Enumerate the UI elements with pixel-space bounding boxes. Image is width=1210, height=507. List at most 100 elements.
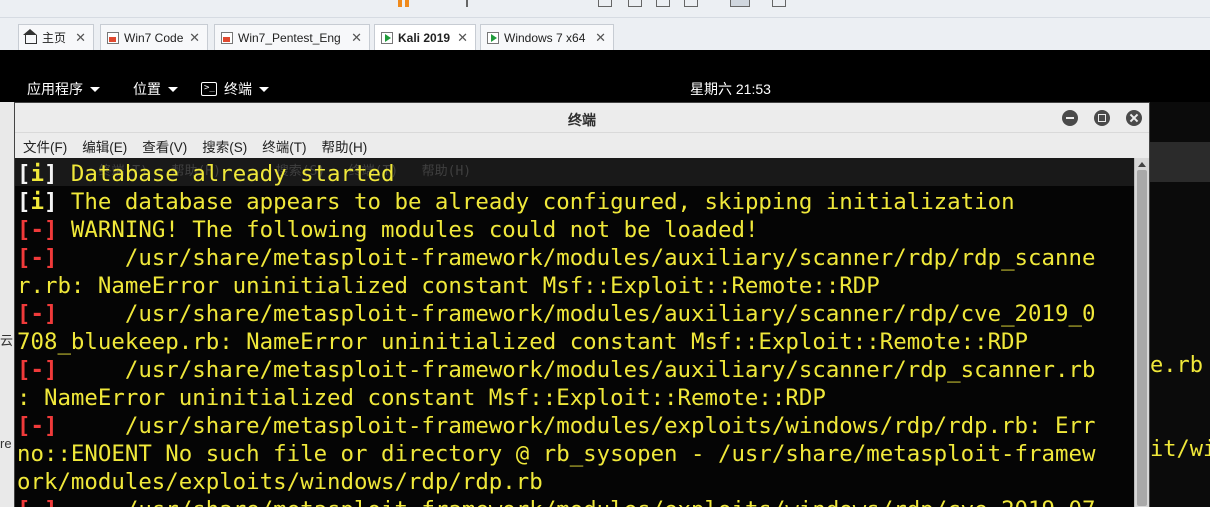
error-tag: [-] bbox=[17, 245, 58, 271]
tab-home[interactable]: 主页 ✕ bbox=[18, 24, 94, 50]
output-line: [-] /usr/share/metasploit-framework/modu… bbox=[17, 244, 1095, 272]
terminal-output[interactable]: 终端(T) 帮助(H) 搜索(S) 终端(T) 帮助(H) [i] Databa… bbox=[15, 158, 1136, 507]
places-menu-label: 位置 bbox=[133, 81, 161, 97]
close-icon[interactable]: ✕ bbox=[351, 30, 362, 46]
clock[interactable]: 星期六 21:53 bbox=[690, 79, 771, 99]
close-icon[interactable] bbox=[1126, 110, 1142, 126]
output-text: /usr/share/metasploit-framework/modules/… bbox=[57, 497, 1096, 507]
places-menu[interactable]: 位置 bbox=[133, 79, 178, 99]
home-icon bbox=[23, 28, 37, 44]
tab-windows-7-x64[interactable]: Windows 7 x64 ✕ bbox=[480, 24, 614, 50]
background-text: 云 bbox=[0, 333, 14, 348]
terminal-app-menu[interactable]: >_ 终端 bbox=[201, 79, 269, 99]
output-lines: [i] Database already started [i] The data… bbox=[17, 160, 1095, 507]
output-text: no::ENOENT No such file or directory @ r… bbox=[17, 441, 1096, 467]
output-text: /usr/share/metasploit-framework/modules/… bbox=[57, 357, 1096, 383]
maximize-icon[interactable] bbox=[1094, 110, 1110, 126]
pause-icon[interactable] bbox=[398, 0, 402, 7]
output-text: Database already started bbox=[57, 161, 395, 187]
tab-kali-2019[interactable]: Kali 2019 ✕ bbox=[374, 24, 476, 50]
chevron-down-icon bbox=[168, 86, 178, 92]
menu-edit[interactable]: 编辑(E) bbox=[82, 136, 127, 156]
background-window-edge: 云 re bbox=[0, 102, 14, 507]
output-text: /usr/share/metasploit-framework/modules/… bbox=[57, 245, 1096, 271]
applications-menu-label: 应用程序 bbox=[27, 81, 83, 97]
menu-view[interactable]: 查看(V) bbox=[142, 136, 187, 156]
terminal-titlebar[interactable]: 终端 bbox=[15, 103, 1149, 133]
vmware-toolbar bbox=[0, 0, 1210, 18]
output-line: [-] /usr/share/metasploit-framework/modu… bbox=[17, 496, 1095, 507]
menu-terminal[interactable]: 终端(T) bbox=[262, 136, 306, 156]
background-text: e.rb bbox=[1150, 353, 1203, 378]
tab-label: Win7_Pentest_Eng bbox=[238, 30, 341, 45]
output-line: [-] /usr/share/metasploit-framework/modu… bbox=[17, 412, 1095, 440]
background-text: it/wi bbox=[1150, 437, 1210, 462]
output-line: no::ENOENT No such file or directory @ r… bbox=[17, 440, 1095, 468]
tab-label: Win7 Code bbox=[124, 30, 184, 45]
output-text: 708_bluekeep.rb: NameError uninitialized… bbox=[17, 329, 1029, 355]
error-tag: [-] bbox=[17, 497, 57, 507]
window-title: 终端 bbox=[568, 112, 596, 128]
scrollbar-thumb[interactable] bbox=[1137, 170, 1147, 506]
snapshot-manager-icon[interactable] bbox=[628, 0, 642, 7]
vm-icon bbox=[221, 31, 233, 44]
tab-label: Kali 2019 bbox=[398, 30, 451, 45]
output-line: [-] /usr/share/metasploit-framework/modu… bbox=[17, 356, 1095, 384]
console-view-icon[interactable] bbox=[730, 0, 750, 7]
tab-win7-code[interactable]: Win7 Code ✕ bbox=[100, 24, 208, 50]
output-text: : NameError uninitialized constant Msf::… bbox=[17, 385, 826, 411]
close-icon[interactable]: ✕ bbox=[189, 30, 200, 46]
fullscreen-icon[interactable] bbox=[656, 0, 670, 7]
info-tag: [i] bbox=[17, 189, 58, 215]
menu-file[interactable]: 文件(F) bbox=[23, 136, 67, 156]
output-line: : NameError uninitialized constant Msf::… bbox=[17, 384, 1095, 412]
menu-help[interactable]: 帮助(H) bbox=[322, 136, 368, 156]
terminal-window: 终端 文件(F) 编辑(E) 查看(V) 搜索(S) 终端(T) 帮助(H) 终… bbox=[14, 102, 1150, 507]
error-tag: [-] bbox=[17, 217, 58, 243]
send-keys-icon[interactable] bbox=[466, 0, 468, 7]
terminal-menubar: 文件(F) 编辑(E) 查看(V) 搜索(S) 终端(T) 帮助(H) bbox=[15, 133, 1149, 158]
stretch-icon[interactable] bbox=[772, 0, 786, 7]
output-text: /usr/share/metasploit-framework/modules/… bbox=[57, 301, 1096, 327]
output-line: [-] WARNING! The following modules could… bbox=[17, 216, 1095, 244]
background-text: re bbox=[0, 436, 12, 451]
scroll-up-icon[interactable] bbox=[1138, 162, 1146, 167]
terminal-scrollbar[interactable] bbox=[1134, 158, 1149, 507]
output-text: WARNING! The following modules could not… bbox=[57, 217, 759, 243]
close-icon[interactable]: ✕ bbox=[75, 30, 86, 46]
output-text: /usr/share/metasploit-framework/modules/… bbox=[57, 413, 1096, 439]
vm-tab-bar: 主页 ✕ Win7 Code ✕ Win7_Pentest_Eng ✕ Kali… bbox=[0, 18, 1210, 50]
output-text: r.rb: NameError uninitialized constant M… bbox=[17, 273, 880, 299]
error-tag: [-] bbox=[17, 301, 58, 327]
snapshot-icon[interactable] bbox=[598, 0, 612, 7]
tab-win7-pentest-eng[interactable]: Win7_Pentest_Eng ✕ bbox=[214, 24, 370, 50]
pause-icon[interactable] bbox=[405, 0, 409, 7]
output-line: 708_bluekeep.rb: NameError uninitialized… bbox=[17, 328, 1095, 356]
background-menubar bbox=[1148, 142, 1210, 182]
terminal-app-menu-label: 终端 bbox=[224, 81, 252, 97]
tab-label: Windows 7 x64 bbox=[504, 30, 586, 45]
output-line: r.rb: NameError uninitialized constant M… bbox=[17, 272, 1095, 300]
output-text: The database appears to be already confi… bbox=[57, 189, 1015, 215]
close-icon[interactable]: ✕ bbox=[595, 30, 606, 46]
error-tag: [-] bbox=[17, 357, 58, 383]
output-text: ork/modules/exploits/windows/rdp/rdp.rb bbox=[17, 469, 543, 495]
output-line: [i] The database appears to be already c… bbox=[17, 188, 1095, 216]
menu-search[interactable]: 搜索(S) bbox=[202, 136, 247, 156]
vm-icon bbox=[107, 31, 119, 44]
close-icon[interactable]: ✕ bbox=[457, 30, 468, 46]
terminal-icon: >_ bbox=[201, 82, 217, 96]
output-line: [-] /usr/share/metasploit-framework/modu… bbox=[17, 300, 1095, 328]
kali-top-bar: 应用程序 位置 >_ 终端 星期六 21:53 bbox=[0, 50, 1210, 102]
chevron-down-icon bbox=[90, 86, 100, 92]
tab-label: 主页 bbox=[42, 31, 67, 45]
unity-icon[interactable] bbox=[684, 0, 698, 7]
vm-running-icon bbox=[381, 31, 393, 44]
applications-menu[interactable]: 应用程序 bbox=[27, 79, 100, 99]
output-line: ork/modules/exploits/windows/rdp/rdp.rb bbox=[17, 468, 1095, 496]
minimize-icon[interactable] bbox=[1062, 110, 1078, 126]
output-line: [i] Database already started bbox=[17, 160, 1095, 188]
chevron-down-icon bbox=[259, 86, 269, 92]
error-tag: [-] bbox=[17, 413, 58, 439]
vm-running-icon bbox=[487, 31, 499, 44]
